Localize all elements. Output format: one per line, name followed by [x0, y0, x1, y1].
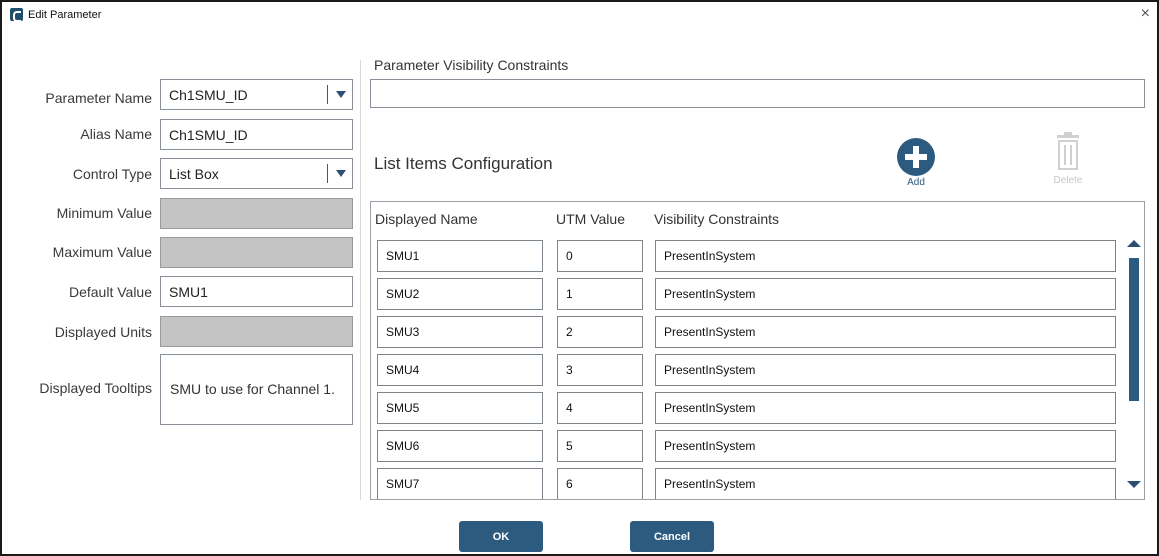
- minimum-value-input: [160, 198, 353, 229]
- displayed-name-cell[interactable]: SMU3: [377, 316, 543, 348]
- delete-label: Delete: [1053, 175, 1083, 186]
- utm-value-cell[interactable]: 4: [557, 392, 643, 424]
- table-row: SMU6 5 PresentInSystem: [371, 430, 1131, 468]
- ok-button[interactable]: OK: [459, 521, 543, 552]
- scroll-down-icon[interactable]: [1127, 481, 1141, 488]
- alias-name-value: Ch1SMU_ID: [169, 126, 248, 143]
- list-items-configuration-title: List Items Configuration: [374, 154, 553, 173]
- utm-value-cell[interactable]: 5: [557, 430, 643, 462]
- default-value-input[interactable]: SMU1: [160, 276, 353, 307]
- alias-name-input[interactable]: Ch1SMU_ID: [160, 119, 353, 150]
- parameter-name-label: Parameter Name: [45, 90, 152, 106]
- control-type-combo[interactable]: List Box: [160, 158, 353, 189]
- control-type-value: List Box: [169, 165, 219, 182]
- visibility-constraint-cell[interactable]: PresentInSystem: [655, 430, 1116, 462]
- displayed-units-label: Displayed Units: [54, 324, 152, 340]
- default-value-label: Default Value: [68, 284, 152, 300]
- column-header-utm-value: UTM Value: [556, 211, 625, 227]
- cancel-button[interactable]: Cancel: [630, 521, 714, 552]
- displayed-name-cell[interactable]: SMU5: [377, 392, 543, 424]
- displayed-name-cell[interactable]: SMU7: [377, 468, 543, 499]
- utm-value-cell[interactable]: 1: [557, 278, 643, 310]
- visibility-constraint-cell[interactable]: PresentInSystem: [655, 354, 1116, 386]
- table-row: SMU5 4 PresentInSystem: [371, 392, 1131, 430]
- displayed-tooltips-label: Displayed Tooltips: [39, 380, 152, 396]
- table-row: SMU1 0 PresentInSystem: [371, 240, 1131, 278]
- maximum-value-label: Maximum Value: [52, 244, 152, 260]
- vertical-divider: [360, 60, 361, 500]
- chevron-down-icon[interactable]: [336, 91, 346, 98]
- trash-icon: [1057, 132, 1079, 138]
- visibility-constraint-cell[interactable]: PresentInSystem: [655, 316, 1116, 348]
- table-row: SMU3 2 PresentInSystem: [371, 316, 1131, 354]
- column-header-visibility-constraints: Visibility Constraints: [654, 211, 780, 227]
- displayed-tooltips-value: SMU to use for Channel 1.: [170, 381, 335, 397]
- visibility-constraint-cell[interactable]: PresentInSystem: [655, 468, 1116, 499]
- parameter-name-combo[interactable]: Ch1SMU_ID: [160, 79, 353, 110]
- dialog-title: Edit Parameter: [28, 9, 102, 21]
- delete-item-button: Delete: [1048, 132, 1088, 193]
- displayed-name-cell[interactable]: SMU1: [377, 240, 543, 272]
- utm-value-cell[interactable]: 0: [557, 240, 643, 272]
- utm-value-cell[interactable]: 6: [557, 468, 643, 499]
- utm-value-cell[interactable]: 3: [557, 354, 643, 386]
- default-value-value: SMU1: [169, 283, 208, 300]
- displayed-name-cell[interactable]: SMU4: [377, 354, 543, 386]
- list-items-grid: Displayed Name UTM Value Visibility Cons…: [370, 201, 1145, 500]
- add-label: Add: [907, 177, 925, 188]
- parameter-name-value: Ch1SMU_ID: [169, 86, 248, 103]
- visibility-constraint-cell[interactable]: PresentInSystem: [655, 240, 1116, 272]
- app-logo-icon: [10, 8, 23, 22]
- table-row: SMU7 6 PresentInSystem: [371, 468, 1131, 499]
- close-icon[interactable]: ×: [1141, 5, 1150, 23]
- maximum-value-input: [160, 237, 353, 268]
- edit-parameter-dialog: Edit Parameter × Parameter Name Ch1SMU_I…: [0, 0, 1159, 556]
- displayed-name-cell[interactable]: SMU6: [377, 430, 543, 462]
- visibility-constraint-cell[interactable]: PresentInSystem: [655, 392, 1116, 424]
- minimum-value-label: Minimum Value: [56, 205, 152, 221]
- visibility-constraints-input[interactable]: [370, 79, 1145, 108]
- control-type-label: Control Type: [72, 166, 152, 182]
- displayed-units-input: [160, 316, 353, 347]
- utm-value-cell[interactable]: 2: [557, 316, 643, 348]
- chevron-down-icon[interactable]: [336, 170, 346, 177]
- column-header-displayed-name: Displayed Name: [375, 211, 478, 227]
- combo-separator: [327, 85, 328, 104]
- visibility-constraint-cell[interactable]: PresentInSystem: [655, 278, 1116, 310]
- add-item-button[interactable]: Add: [894, 138, 938, 194]
- title-bar: Edit Parameter ×: [2, 2, 1157, 28]
- trash-body: [1058, 140, 1078, 170]
- table-row: SMU2 1 PresentInSystem: [371, 278, 1131, 316]
- scroll-up-icon[interactable]: [1127, 240, 1141, 247]
- scrollbar-thumb[interactable]: [1129, 258, 1139, 401]
- displayed-name-cell[interactable]: SMU2: [377, 278, 543, 310]
- alias-name-label: Alias Name: [80, 126, 152, 142]
- combo-separator: [327, 164, 328, 183]
- visibility-constraints-title: Parameter Visibility Constraints: [374, 57, 569, 73]
- plus-circle-icon: [897, 138, 935, 176]
- displayed-tooltips-textarea[interactable]: SMU to use for Channel 1.: [160, 354, 353, 425]
- table-row: SMU4 3 PresentInSystem: [371, 354, 1131, 392]
